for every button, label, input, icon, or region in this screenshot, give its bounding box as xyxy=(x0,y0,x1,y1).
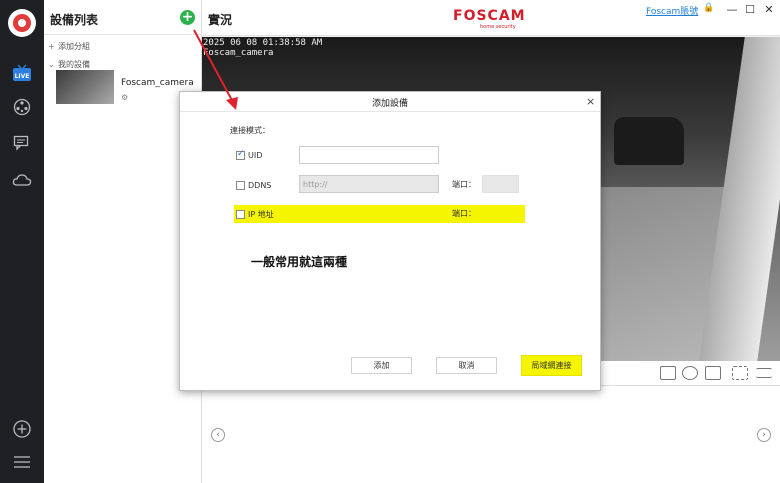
uid-input[interactable] xyxy=(299,146,439,164)
account-link[interactable]: Foscam賬號 xyxy=(646,4,698,17)
device-thumbnail xyxy=(56,70,114,104)
video-timestamp: 2025 06 08 01:38:58 AM xyxy=(203,38,323,48)
add-group-item[interactable]: + 添加分組 xyxy=(48,41,90,52)
minimize-button[interactable]: — xyxy=(725,3,739,16)
device-name: Foscam_camera xyxy=(121,78,194,88)
live-icon[interactable]: LIVE xyxy=(11,62,33,84)
lock-icon[interactable]: 🔒 xyxy=(702,3,716,13)
multi-view-icon[interactable] xyxy=(705,366,721,380)
ddns-option[interactable]: DDNS xyxy=(236,181,271,190)
close-button[interactable]: ✕ xyxy=(762,3,776,16)
playback-icon[interactable] xyxy=(11,96,33,118)
my-devices-group[interactable]: ⌄ 我的設備 xyxy=(48,59,90,70)
uid-label: UID xyxy=(248,151,263,160)
ptz-icon[interactable] xyxy=(682,366,698,380)
uid-option[interactable]: UID xyxy=(236,149,263,160)
prev-arrow-icon[interactable]: ‹ xyxy=(211,428,225,442)
panel-divider xyxy=(44,34,202,35)
plus-icon: + xyxy=(48,42,55,51)
ip-option[interactable]: IP 地址 xyxy=(236,209,274,220)
maximize-button[interactable]: ☐ xyxy=(743,3,757,16)
brand-logo: FOSCAM xyxy=(453,8,526,24)
more-icon[interactable] xyxy=(756,368,772,378)
lan-connect-button[interactable]: 局域網連接 xyxy=(521,355,582,376)
device-list-title: 設備列表 xyxy=(50,13,99,27)
highlight-mark xyxy=(234,205,525,223)
close-icon[interactable]: × xyxy=(586,95,595,108)
message-icon[interactable] xyxy=(11,132,33,154)
dialog-title: 添加設備 xyxy=(371,99,408,109)
add-device-dialog: 添加設備 × 連接模式： UID DDNS http:// 端口： IP 地址 … xyxy=(179,91,601,391)
page-title: 實況 xyxy=(208,13,233,27)
video-camera-name: Foscam_camera xyxy=(203,48,274,58)
chevron-down-icon: ⌄ xyxy=(48,60,55,69)
dialog-header: 添加設備 × xyxy=(180,92,600,112)
ddns-input[interactable]: http:// xyxy=(299,175,439,193)
brand-tagline: home security xyxy=(480,24,516,30)
svg-text:LIVE: LIVE xyxy=(15,73,30,80)
cancel-button[interactable]: 取消 xyxy=(436,357,497,374)
top-bar: 實況 FOSCAM home security Foscam賬號 🔒 — ☐ ✕ xyxy=(202,0,780,36)
cloud-icon[interactable] xyxy=(11,169,33,191)
fullscreen-icon[interactable] xyxy=(732,366,748,380)
ip-checkbox[interactable] xyxy=(236,210,245,219)
ip-label: IP 地址 xyxy=(248,210,274,219)
left-rail: LIVE xyxy=(0,0,44,483)
my-devices-label: 我的設備 xyxy=(58,60,90,69)
bottom-area: ‹ › xyxy=(202,386,780,483)
app-logo-icon xyxy=(8,9,36,37)
ddns-port-input[interactable] xyxy=(482,175,519,193)
ddns-port-label: 端口： xyxy=(452,180,476,189)
connection-mode-label: 連接模式： xyxy=(230,126,270,135)
ip-port-label: 端口： xyxy=(452,209,476,218)
stretch-icon[interactable] xyxy=(660,366,676,380)
ddns-checkbox[interactable] xyxy=(236,181,245,190)
uid-checkbox[interactable] xyxy=(236,149,245,160)
add-button[interactable]: 添加 xyxy=(351,357,412,374)
add-device-button[interactable]: + xyxy=(180,10,195,25)
add-icon[interactable] xyxy=(11,418,33,440)
next-arrow-icon[interactable]: › xyxy=(757,428,771,442)
ddns-label: DDNS xyxy=(248,181,272,190)
annotation-note: 一般常用就這兩種 xyxy=(251,255,348,269)
video-control-bar xyxy=(600,361,780,386)
add-group-label: 添加分組 xyxy=(58,42,90,51)
menu-icon[interactable] xyxy=(11,451,33,473)
device-settings-icon[interactable]: ⚙ xyxy=(121,93,128,102)
